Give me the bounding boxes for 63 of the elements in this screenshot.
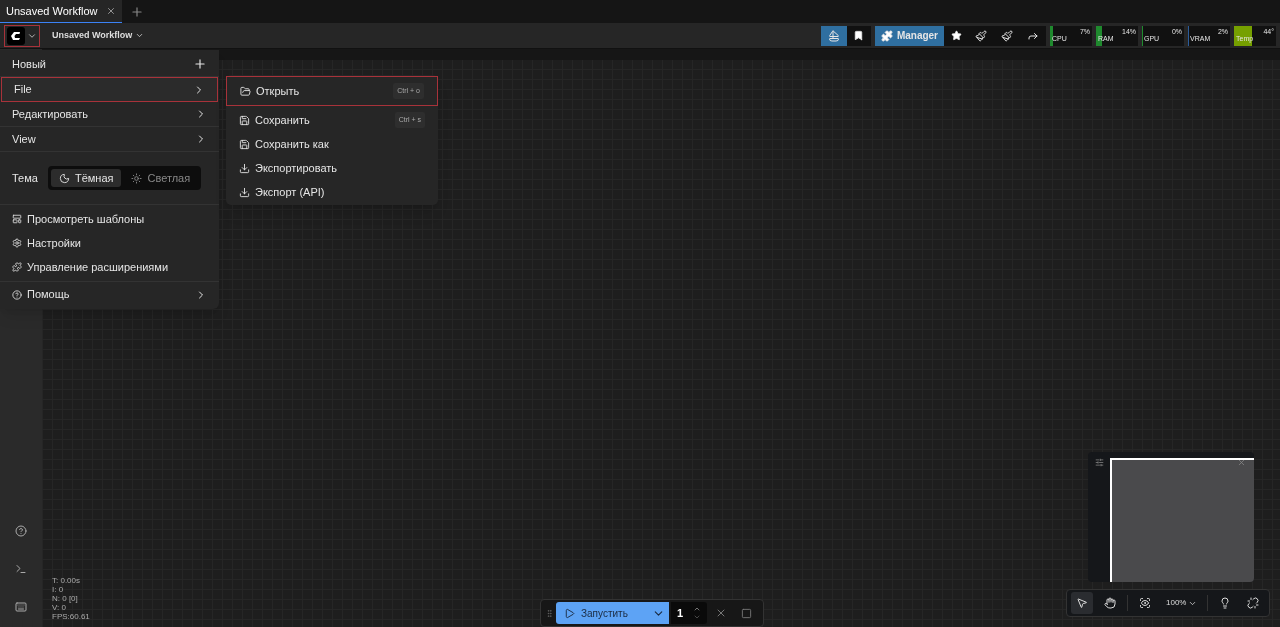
menu-item[interactable]: Управление расширениями (0, 255, 219, 279)
logo-menu-button[interactable] (4, 24, 40, 47)
run-button[interactable]: Запустить (556, 602, 669, 624)
menu-item[interactable]: View (0, 127, 219, 152)
plus-icon (129, 4, 144, 19)
download-icon (239, 162, 250, 174)
close-icon (105, 6, 116, 16)
keyboard-icon[interactable] (15, 601, 27, 613)
folder-icon (240, 85, 251, 97)
focus-icon (1139, 597, 1151, 609)
stat-text: N: 0 [0] (52, 594, 79, 603)
layout-icon (12, 214, 22, 224)
theme-option[interactable]: Тёмная (50, 169, 122, 187)
help-icon (12, 289, 22, 300)
menu-item[interactable]: Настройки (0, 231, 219, 255)
sun-icon (131, 172, 143, 184)
select-tool-button[interactable] (1071, 592, 1093, 614)
batch-count-field[interactable]: 1 (670, 602, 707, 624)
hand-icon (1104, 597, 1116, 609)
manager-button[interactable]: Manager (874, 25, 944, 46)
moon-icon (58, 172, 70, 184)
stat-text: T: 0.00s (52, 576, 81, 585)
puzzle-icon (12, 262, 22, 272)
theme-option[interactable]: Светлая (123, 169, 199, 187)
unlink-icon (1247, 597, 1260, 609)
caret-icon (135, 31, 145, 40)
terminal-icon[interactable] (15, 563, 27, 575)
sailboat-button[interactable] (820, 25, 847, 46)
increment-icon[interactable] (692, 605, 701, 613)
stat-text: FPS:60.61 (52, 612, 90, 621)
help-icon[interactable] (15, 525, 27, 537)
menu-item[interactable]: Редактировать (0, 102, 219, 127)
zoom-dropdown[interactable]: 100% (1162, 597, 1202, 609)
menu-item[interactable]: Просмотреть шаблоны (0, 207, 219, 231)
download-icon (239, 186, 250, 198)
brush-icon (975, 29, 987, 42)
bookmark-icon (853, 30, 865, 41)
settings-icon (12, 238, 22, 248)
submenu-item[interactable]: Сохранить как (226, 132, 438, 156)
pointer-icon (1076, 597, 1088, 609)
workflow-tab[interactable]: Unsaved Workflow (0, 0, 122, 23)
play-icon (564, 607, 575, 619)
sliders-icon[interactable] (1094, 458, 1104, 467)
stat-text: I: 0 (52, 585, 65, 594)
star-icon (950, 30, 962, 41)
theme-label: Тема (12, 170, 38, 186)
stat-text: V: 0 (52, 603, 67, 612)
menu-item[interactable]: Помощь (0, 282, 219, 307)
puzzle-icon (880, 29, 893, 42)
brush-icon (1001, 29, 1013, 42)
menu-item[interactable]: File (1, 77, 218, 102)
sailboat-icon (827, 29, 840, 42)
workflow-dropdown[interactable]: Unsaved Workflow (52, 28, 145, 43)
lightbulb-icon (1219, 597, 1232, 609)
drag-handle-icon[interactable] (545, 608, 554, 618)
plus-icon (193, 57, 207, 71)
close-icon[interactable] (1237, 458, 1246, 467)
logo-icon (7, 26, 25, 45)
submenu-item[interactable]: Экспорт (API) (226, 180, 438, 204)
bookmark-button[interactable] (846, 25, 871, 46)
submenu-item[interactable]: Экспортировать (226, 156, 438, 180)
minimap-viewport[interactable] (1110, 458, 1254, 582)
square-icon (741, 607, 753, 619)
